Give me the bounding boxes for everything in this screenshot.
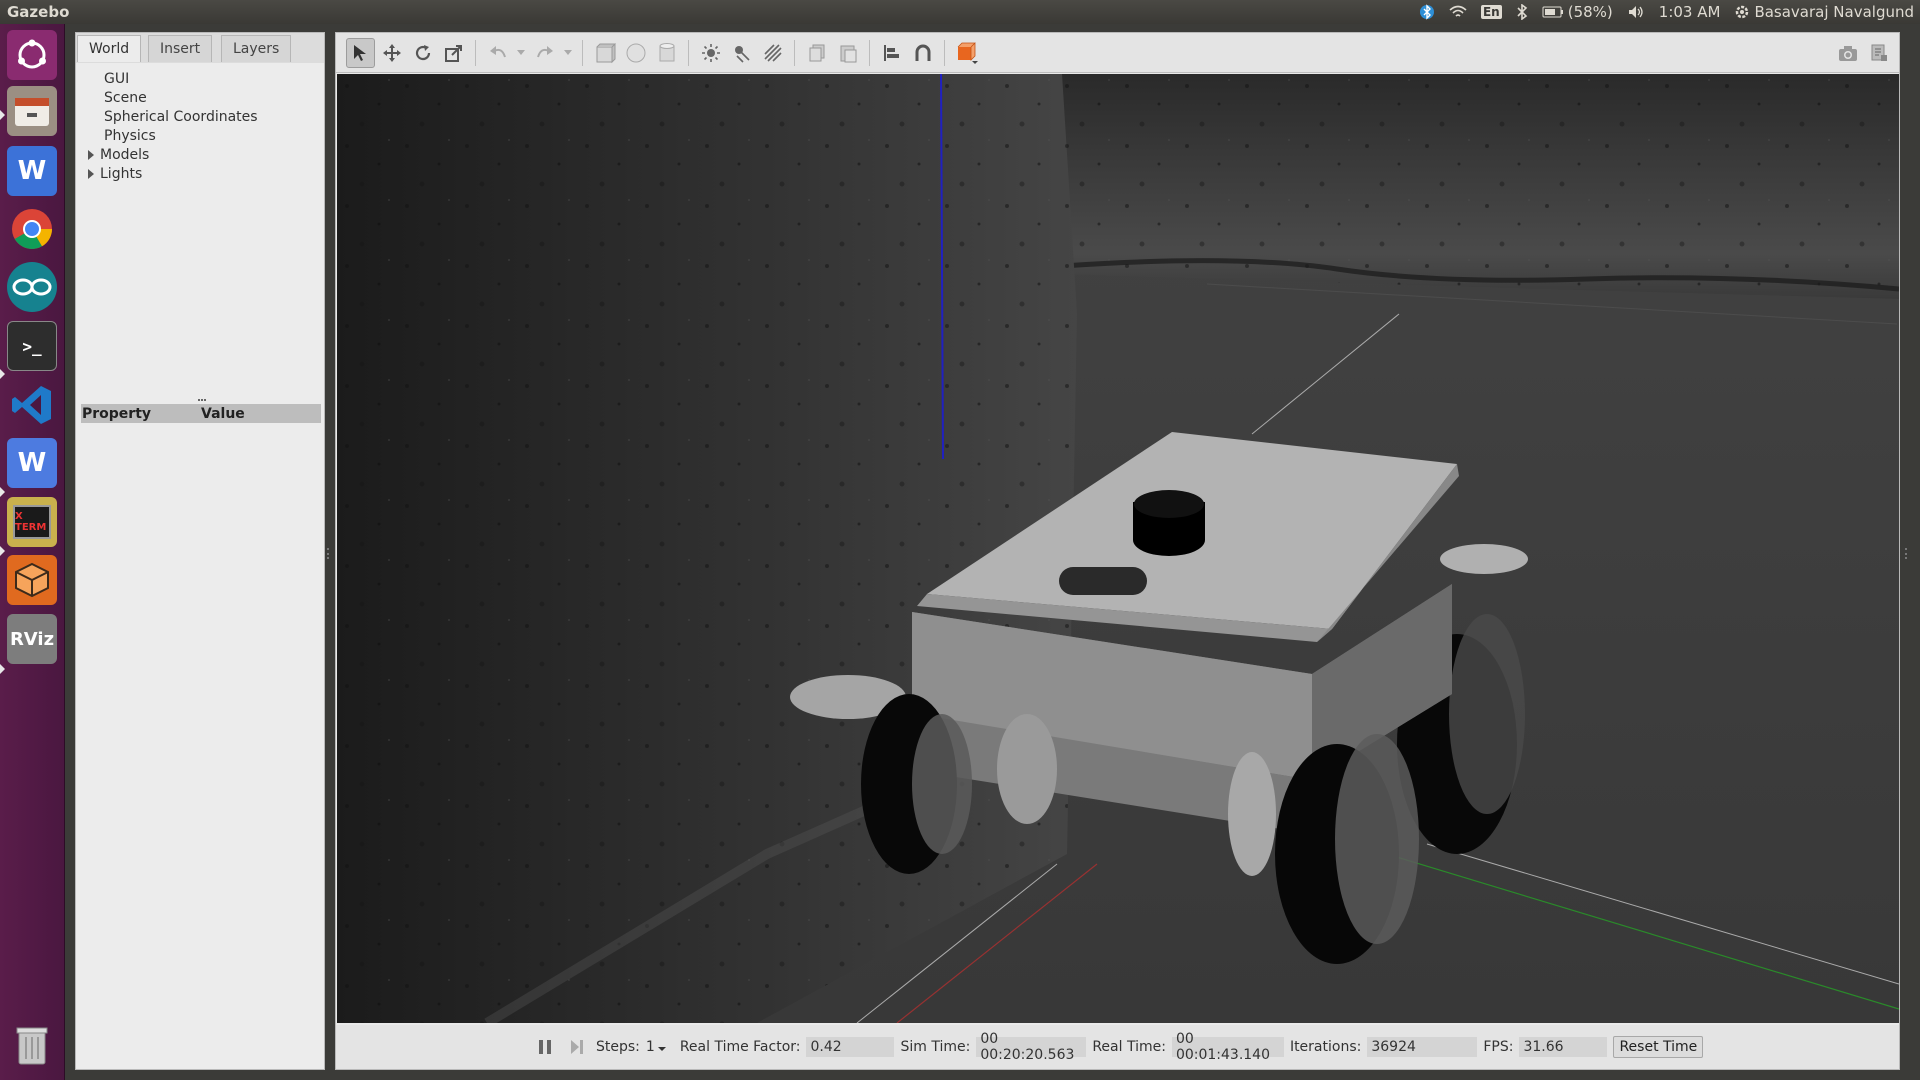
tree-item-label: Lights bbox=[100, 165, 143, 182]
directional-light-icon[interactable] bbox=[758, 38, 787, 68]
wps-writer-icon[interactable]: W bbox=[7, 438, 57, 488]
unity-launcher: W >_ W X TERM RViz bbox=[0, 24, 65, 1080]
arduino-icon[interactable] bbox=[7, 262, 57, 312]
rtf-label: Real Time Factor: bbox=[679, 1039, 801, 1055]
scale-mode-icon[interactable] bbox=[439, 38, 468, 68]
snap-icon[interactable] bbox=[908, 38, 937, 68]
undo-history-chevron-down-icon[interactable] bbox=[514, 38, 528, 68]
steps-spinbox[interactable]: 1 bbox=[646, 1039, 666, 1055]
terminal-icon[interactable]: >_ bbox=[7, 321, 57, 371]
tree-item-spherical-coordinates[interactable]: Spherical Coordinates bbox=[86, 107, 316, 126]
tree-item-lights[interactable]: Lights bbox=[86, 164, 316, 183]
tree-item-models[interactable]: Models bbox=[86, 145, 316, 164]
battery-percent: (58%) bbox=[1567, 3, 1613, 21]
reset-time-button[interactable]: Reset Time bbox=[1613, 1036, 1704, 1058]
render-window: Steps: 1 Real Time Factor: 0.42 Sim Time… bbox=[335, 32, 1900, 1070]
indicator-area: En (58%) 1:03 AM Basavaraj Navalgund bbox=[1419, 0, 1914, 24]
keyboard-layout-label: En bbox=[1480, 5, 1502, 19]
paste-icon[interactable] bbox=[833, 38, 862, 68]
clock[interactable]: 1:03 AM bbox=[1659, 3, 1721, 21]
steps-label: Steps: bbox=[596, 1039, 640, 1055]
wifi-icon[interactable] bbox=[1449, 5, 1467, 19]
tree-item-physics[interactable]: Physics bbox=[86, 126, 316, 145]
log-record-icon[interactable] bbox=[1864, 38, 1893, 68]
sphere-shape-icon[interactable] bbox=[621, 38, 650, 68]
keyboard-layout-indicator[interactable]: En bbox=[1480, 5, 1502, 19]
redo-history-chevron-down-icon[interactable] bbox=[561, 38, 575, 68]
gear-icon bbox=[1736, 5, 1749, 19]
expand-arrow-icon[interactable] bbox=[88, 168, 94, 179]
world-tree: GUI Scene Spherical Coordinates Physics … bbox=[86, 69, 316, 183]
splitter-handle[interactable] bbox=[198, 399, 206, 402]
undo-icon[interactable] bbox=[483, 38, 512, 68]
chrome-icon[interactable] bbox=[7, 204, 57, 254]
iterations-field: 36924 bbox=[1367, 1037, 1478, 1057]
select-mode-icon[interactable] bbox=[346, 37, 375, 68]
real-time-field: 00 00:01:43.140 bbox=[1171, 1031, 1284, 1063]
battery-icon bbox=[1542, 6, 1563, 18]
ubuntu-dash-icon[interactable] bbox=[7, 30, 57, 80]
panel-tabs: World Insert Layers bbox=[76, 33, 324, 63]
tree-item-label: Models bbox=[100, 146, 150, 163]
battery-indicator[interactable]: (58%) bbox=[1542, 3, 1613, 21]
files-icon[interactable] bbox=[7, 86, 57, 136]
3d-viewport[interactable] bbox=[337, 74, 1899, 1023]
expand-arrow-icon[interactable] bbox=[88, 149, 94, 160]
right-splitter-handle[interactable] bbox=[1905, 548, 1910, 559]
view-angle-icon[interactable] bbox=[952, 38, 981, 68]
volume-icon[interactable] bbox=[1627, 4, 1645, 20]
top-panel: Gazebo En (58%) 1:03 AM Basavaraj Navalg… bbox=[0, 0, 1920, 24]
sim-time-label: Sim Time: bbox=[900, 1039, 971, 1055]
xterm-label: X TERM bbox=[15, 511, 47, 533]
bluetooth-app-icon[interactable] bbox=[1419, 4, 1435, 20]
value-column-header[interactable]: Value bbox=[201, 406, 245, 422]
bluetooth-icon[interactable] bbox=[1516, 4, 1528, 20]
package-icon[interactable] bbox=[7, 555, 57, 605]
copy-icon[interactable] bbox=[802, 38, 831, 68]
iterations-label: Iterations: bbox=[1289, 1039, 1362, 1055]
tree-item-gui[interactable]: GUI bbox=[86, 69, 316, 88]
steps-value: 1 bbox=[645, 1039, 655, 1055]
rviz-icon[interactable]: RViz bbox=[7, 614, 57, 664]
wps-writer-icon[interactable]: W bbox=[7, 146, 57, 196]
real-time-label: Real Time: bbox=[1092, 1039, 1166, 1055]
xterm-icon[interactable]: X TERM bbox=[7, 497, 57, 547]
status-bar: Steps: 1 Real Time Factor: 0.42 Sim Time… bbox=[336, 1025, 1899, 1069]
chevron-down-icon bbox=[657, 1047, 666, 1051]
tab-world[interactable]: World bbox=[77, 35, 142, 62]
trash-icon[interactable] bbox=[7, 1020, 57, 1070]
screenshot-camera-icon[interactable] bbox=[1833, 38, 1862, 68]
session-menu[interactable]: Basavaraj Navalgund bbox=[1734, 3, 1914, 21]
scene-render[interactable] bbox=[337, 74, 1899, 1023]
left-splitter-handle[interactable] bbox=[327, 548, 332, 559]
pause-icon[interactable] bbox=[536, 1038, 554, 1056]
rviz-label: RViz bbox=[9, 628, 55, 650]
redo-icon[interactable] bbox=[530, 38, 559, 68]
tree-item-scene[interactable]: Scene bbox=[86, 88, 316, 107]
tab-insert[interactable]: Insert bbox=[148, 35, 213, 62]
rtf-field: 0.42 bbox=[806, 1037, 895, 1057]
tab-layers[interactable]: Layers bbox=[221, 35, 292, 62]
cylinder-shape-icon[interactable] bbox=[652, 38, 681, 68]
vscode-icon[interactable] bbox=[7, 380, 57, 430]
user-name: Basavaraj Navalgund bbox=[1754, 3, 1914, 21]
property-column-header[interactable]: Property bbox=[81, 406, 201, 422]
box-shape-icon[interactable] bbox=[590, 38, 619, 68]
spot-light-icon[interactable] bbox=[727, 38, 756, 68]
fps-field: 31.66 bbox=[1519, 1037, 1608, 1057]
translate-mode-icon[interactable] bbox=[377, 38, 406, 68]
align-icon[interactable] bbox=[877, 38, 906, 68]
property-table-header: Property Value bbox=[81, 404, 321, 423]
fps-label: FPS: bbox=[1483, 1039, 1514, 1055]
toolbar bbox=[336, 33, 1899, 73]
sim-time-field: 00 00:20:20.563 bbox=[976, 1031, 1087, 1063]
world-panel: World Insert Layers GUI Scene Spherical … bbox=[75, 32, 325, 1070]
point-light-icon[interactable] bbox=[696, 38, 725, 68]
rotate-mode-icon[interactable] bbox=[408, 38, 437, 68]
app-title: Gazebo bbox=[7, 3, 70, 21]
step-forward-icon[interactable] bbox=[568, 1038, 586, 1056]
